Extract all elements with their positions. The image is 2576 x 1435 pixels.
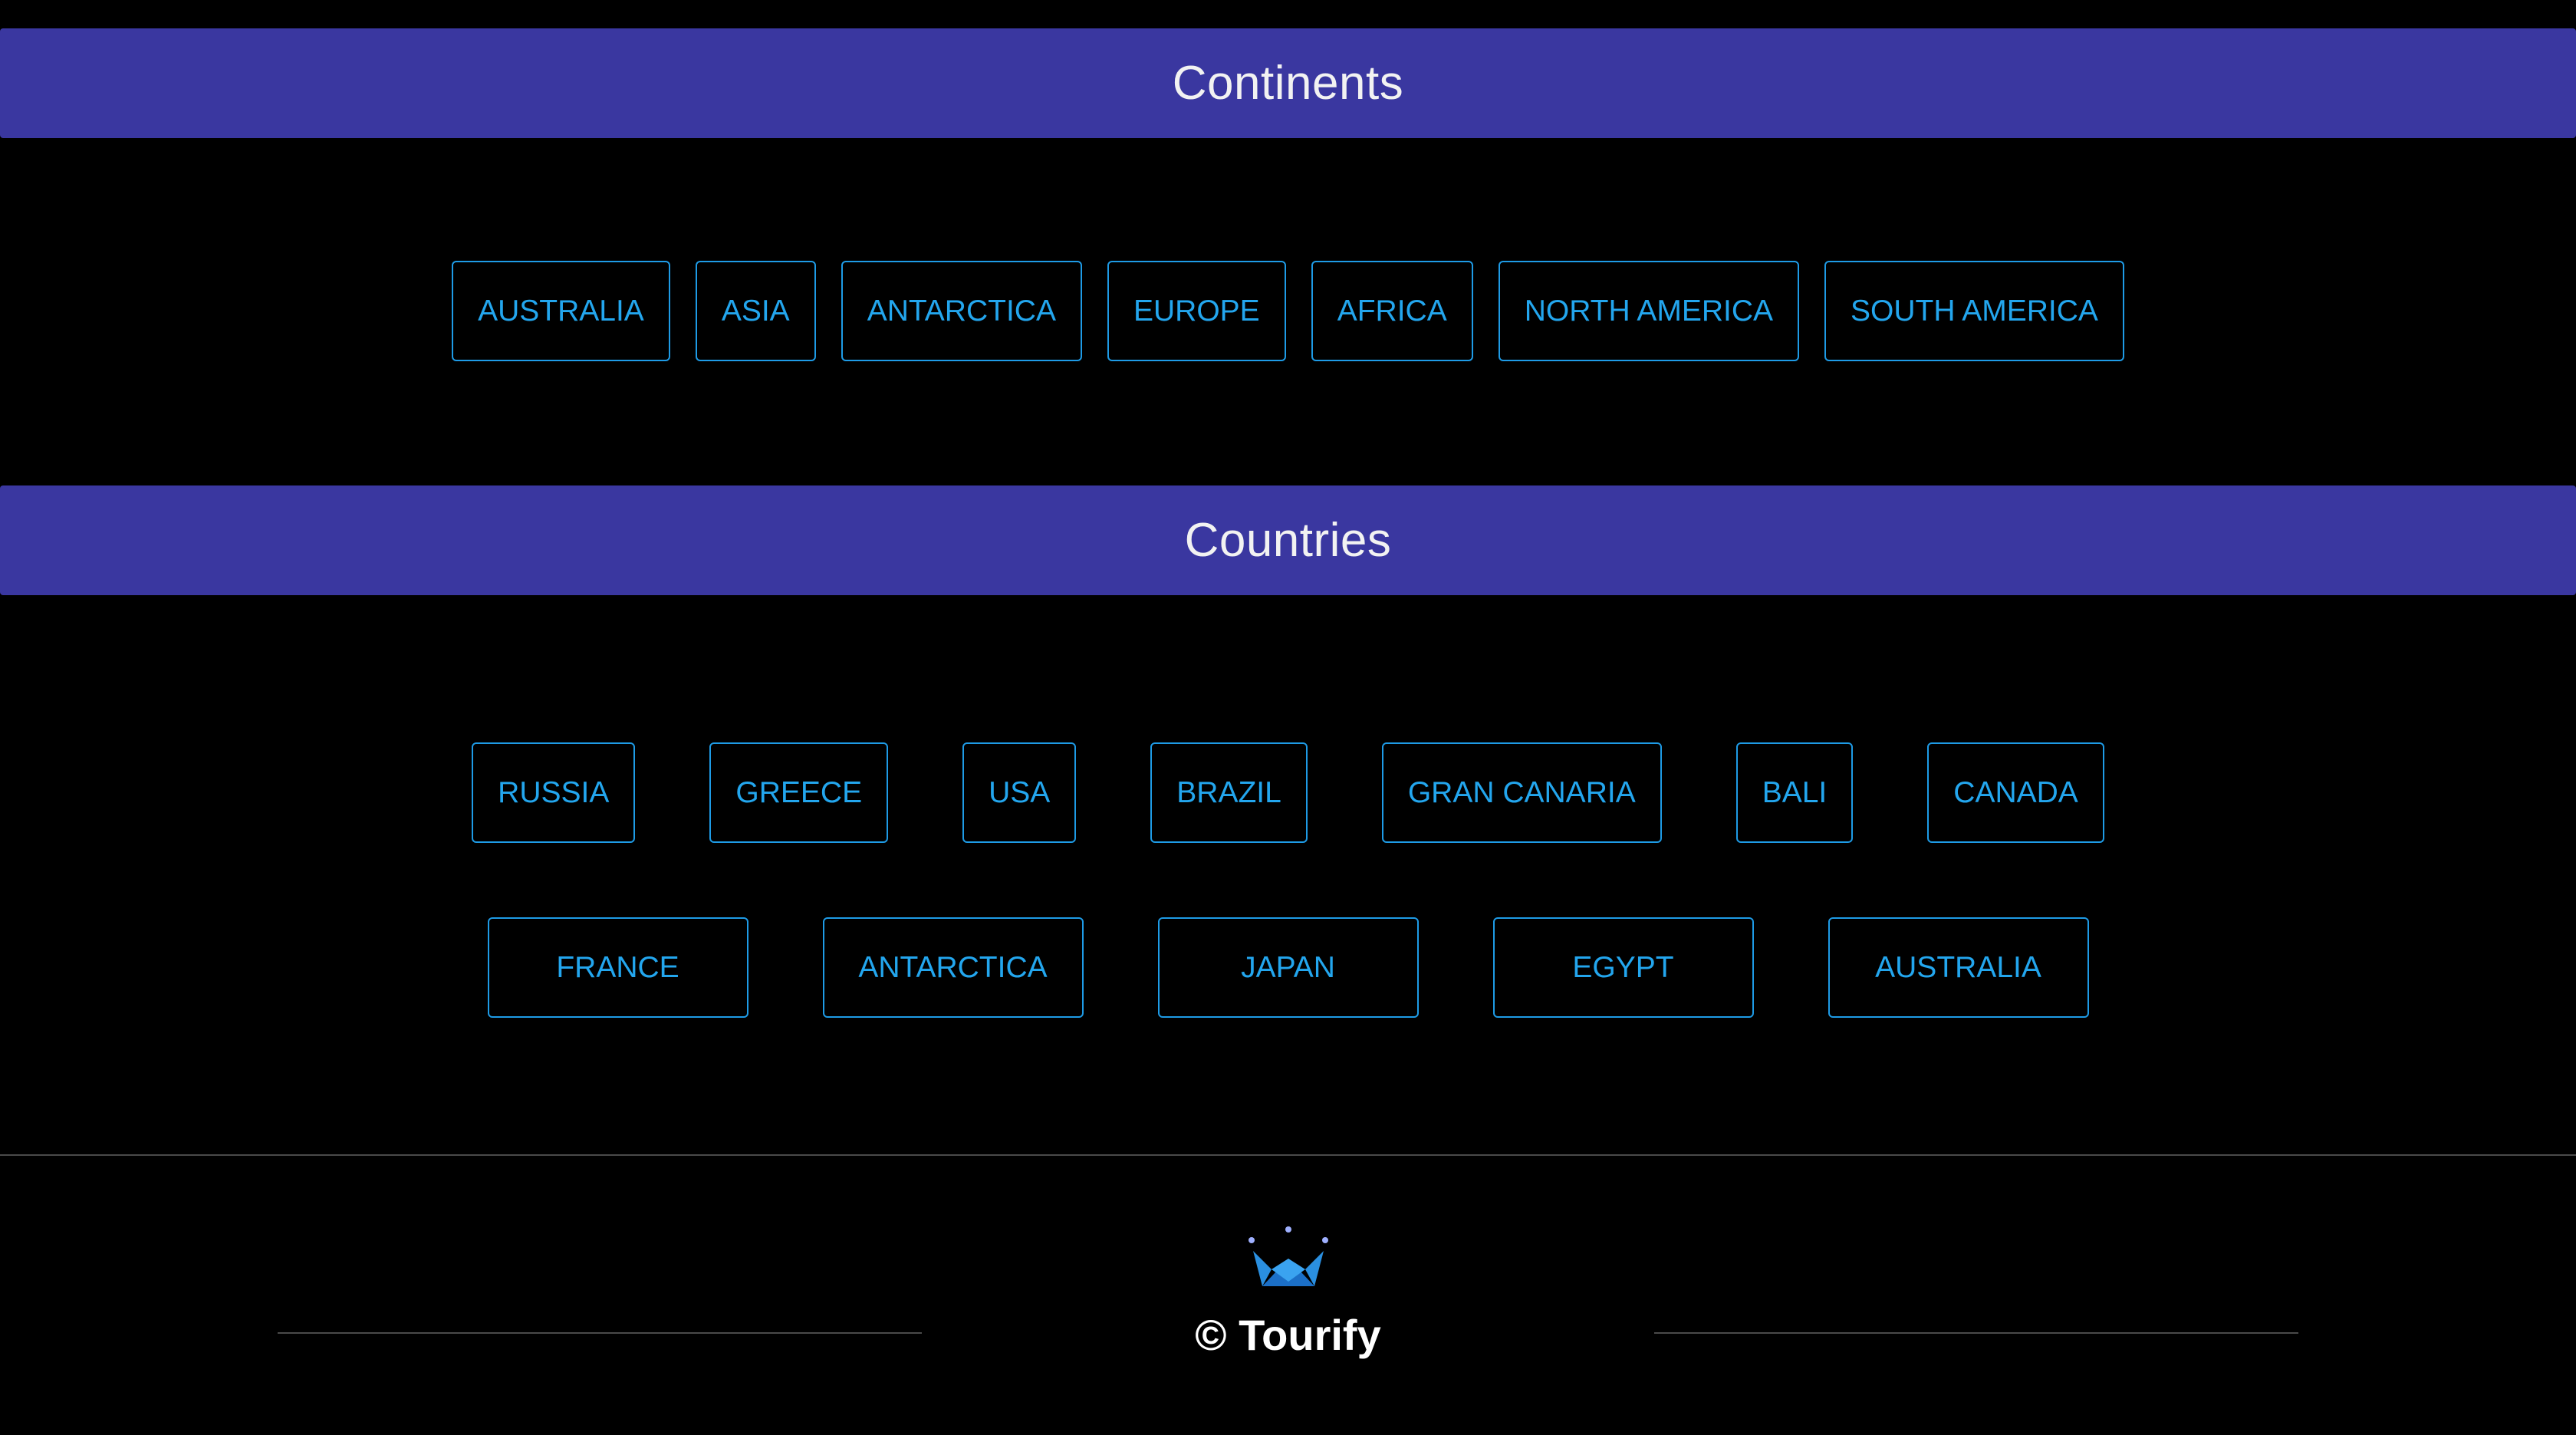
continent-button-south-america[interactable]: SOUTH AMERICA (1824, 261, 2124, 361)
continents-button-row: AUSTRALIA ASIA ANTARCTICA EUROPE AFRICA … (0, 261, 2576, 361)
countries-header: Countries (0, 485, 2576, 595)
country-button-bali[interactable]: BALI (1735, 742, 1854, 843)
footer-divider (0, 1154, 2576, 1156)
country-button-japan[interactable]: JAPAN (1157, 917, 1419, 1018)
continents-title: Continents (1172, 57, 1404, 110)
country-button-gran-canaria[interactable]: GRAN CANARIA (1381, 742, 1662, 843)
continent-button-asia[interactable]: ASIA (695, 261, 816, 361)
country-button-egypt[interactable]: EGYPT (1492, 917, 1754, 1018)
continent-button-north-america[interactable]: NORTH AMERICA (1498, 261, 1800, 361)
continent-button-australia[interactable]: AUSTRALIA (452, 261, 670, 361)
countries-button-row-1: RUSSIA GREECE USA BRAZIL GRAN CANARIA BA… (0, 742, 2576, 843)
crown-icon (1249, 1226, 1328, 1286)
country-button-brazil[interactable]: BRAZIL (1150, 742, 1308, 843)
country-button-usa[interactable]: USA (962, 742, 1077, 843)
country-button-australia[interactable]: AUSTRALIA (1828, 917, 2089, 1018)
country-button-france[interactable]: FRANCE (487, 917, 748, 1018)
continent-button-antarctica[interactable]: ANTARCTICA (841, 261, 1082, 361)
page: Continents AUSTRALIA ASIA ANTARCTICA EUR… (0, 0, 2576, 1435)
continents-header: Continents (0, 28, 2576, 138)
continent-button-africa[interactable]: AFRICA (1311, 261, 1473, 361)
countries-title: Countries (1184, 514, 1392, 567)
footer-copyright: © Tourify (1195, 1311, 1381, 1359)
continent-button-europe[interactable]: EUROPE (1107, 261, 1286, 361)
country-button-russia[interactable]: RUSSIA (472, 742, 636, 843)
countries-button-row-2: FRANCE ANTARCTICA JAPAN EGYPT AUSTRALIA (0, 917, 2576, 1018)
country-button-antarctica[interactable]: ANTARCTICA (822, 917, 1084, 1018)
country-button-canada[interactable]: CANADA (1927, 742, 2104, 843)
country-button-greece[interactable]: GREECE (709, 742, 889, 843)
